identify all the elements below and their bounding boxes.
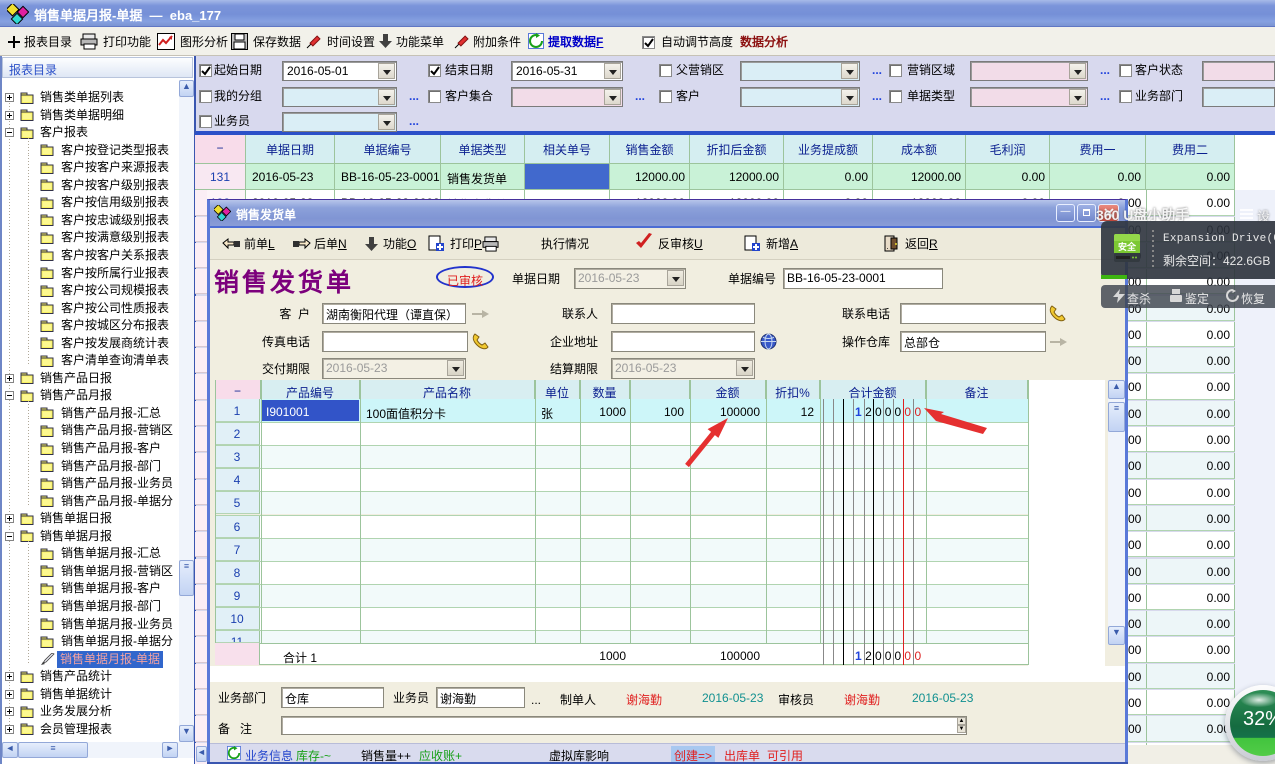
svg-text:安全: 安全 (1118, 241, 1137, 252)
svg-text::.: :. (884, 242, 888, 251)
